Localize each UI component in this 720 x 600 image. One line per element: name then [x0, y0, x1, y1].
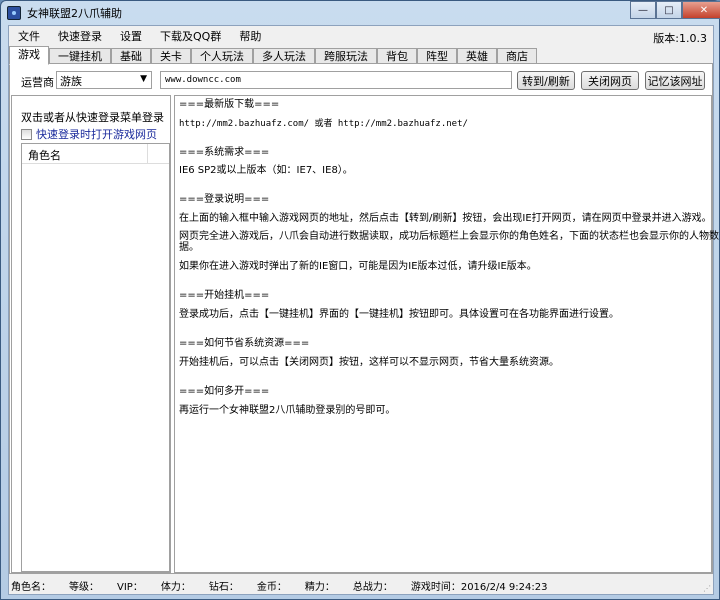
go-refresh-button[interactable]: 转到/刷新 [517, 71, 575, 90]
login-text-2: 网页完全进入游戏后，八爪会自动进行数据读取，成功后标题栏上会显示你的角色姓名，下… [179, 231, 719, 242]
status-diamond: 钻石： [208, 581, 239, 593]
login-text-2-cont: 据。 [179, 242, 199, 253]
heading-start: ===开始挂机=== [179, 290, 270, 301]
window-title: 女神联盟2八爪辅助 [27, 7, 122, 20]
tab-basic[interactable]: 基础 [111, 48, 151, 64]
status-power: 总战力： [352, 581, 393, 593]
tab-bag[interactable]: 背包 [377, 48, 417, 64]
title-bar: 女神联盟2八爪辅助 [7, 4, 122, 22]
menu-settings[interactable]: 设置 [111, 28, 151, 44]
close-page-button[interactable]: 关闭网页 [581, 71, 639, 90]
status-vip: VIP： [117, 581, 143, 593]
menu-quick-login[interactable]: 快速登录 [49, 28, 111, 44]
heading-multi-open: ===如何多开=== [179, 386, 270, 397]
operator-label: 运营商 [21, 76, 54, 89]
tab-game[interactable]: 游戏 [9, 46, 49, 65]
menu-help[interactable]: 帮助 [230, 28, 270, 44]
checkbox-label: 快速登录时打开游戏网页 [36, 128, 157, 141]
multi-open-text: 再运行一个女神联盟2八爪辅助登录别的号即可。 [179, 405, 396, 416]
version-label: 版本:1.0.3 [653, 32, 707, 45]
requirements-text: IE6 SP2或以上版本（如：IE7、IE8）。 [179, 165, 353, 176]
status-energy: 精力： [304, 581, 335, 593]
maximize-button[interactable]: □ [656, 1, 682, 19]
heading-requirements: ===系统需求=== [179, 147, 270, 158]
tab-solo[interactable]: 个人玩法 [191, 48, 253, 64]
tab-multi[interactable]: 多人玩法 [253, 48, 315, 64]
login-hint: 双击或者从快速登录菜单登录 [21, 111, 164, 124]
menu-file[interactable]: 文件 [9, 28, 49, 44]
save-resources-text: 开始挂机后，可以点击【关闭网页】按钮，这样可以不显示网页，节省大量系统资源。 [179, 357, 559, 368]
heading-download: ===最新版下载=== [179, 99, 280, 110]
client-area: 文件 快速登录 设置 下载及QQ群 帮助 版本:1.0.3 游戏 一键挂机 基础… [8, 25, 719, 595]
menu-bar: 文件 快速登录 设置 下载及QQ群 帮助 [9, 26, 270, 46]
chevron-down-icon: ▼ [140, 74, 147, 84]
url-input[interactable]: www.downcc.com [160, 71, 512, 89]
column-header-role-name[interactable]: 角色名 [22, 144, 148, 163]
status-gold: 金币： [256, 581, 287, 593]
status-stamina: 体力： [160, 581, 191, 593]
tab-bar: 游戏 一键挂机 基础 关卡 个人玩法 多人玩法 跨服玩法 背包 阵型 英雄 商店 [9, 46, 537, 65]
minimize-button[interactable]: — [630, 1, 656, 19]
status-level: 等级： [69, 581, 99, 593]
status-role-name: 角色名： [11, 581, 51, 593]
operator-value: 游族 [60, 75, 82, 88]
role-list[interactable]: 角色名 [21, 143, 170, 572]
app-window: 女神联盟2八爪辅助 — □ ✕ 文件 快速登录 设置 下载及QQ群 帮助 版本:… [0, 0, 720, 600]
heading-login: ===登录说明=== [179, 194, 270, 205]
login-text-1: 在上面的输入框中输入游戏网页的地址，然后点击【转到/刷新】按钮，会出现IE打开网… [179, 213, 712, 224]
resize-grip-icon[interactable]: ⋰ [703, 584, 711, 593]
info-text-area[interactable]: ===最新版下载=== http://mm2.bazhuafz.com/ 或者 … [174, 95, 719, 573]
tab-formation[interactable]: 阵型 [417, 48, 457, 64]
remember-url-button[interactable]: 记忆该网址 [645, 71, 705, 90]
tab-stage[interactable]: 关卡 [151, 48, 191, 64]
heading-save-resources: ===如何节省系统资源=== [179, 338, 310, 349]
checkbox-box[interactable] [21, 128, 32, 140]
menu-download-qq[interactable]: 下载及QQ群 [151, 28, 230, 44]
status-game-time: 游戏时间：2016/2/4 9:24:23 [410, 581, 548, 593]
tab-hero[interactable]: 英雄 [457, 48, 497, 64]
tab-shop[interactable]: 商店 [497, 48, 537, 64]
game-tab-panel: 运营商 游族 ▼ www.downcc.com 转到/刷新 关闭网页 记忆该网址 … [9, 63, 719, 574]
login-text-3: 如果你在进入游戏时弹出了新的IE窗口，可能是因为IE版本过低，请升级IE版本。 [179, 261, 537, 272]
tab-cross-server[interactable]: 跨服玩法 [315, 48, 377, 64]
operator-select[interactable]: 游族 ▼ [56, 71, 152, 89]
status-bar: 角色名： 等级： VIP： 体力： 钻石： 金币： 精力： 总战力： 游戏时间：… [9, 575, 713, 595]
tab-one-click[interactable]: 一键挂机 [49, 48, 111, 64]
start-text: 登录成功后，点击【一键挂机】界面的【一键挂机】按钮即可。具体设置可在各功能界面进… [179, 309, 619, 320]
close-button[interactable]: ✕ [682, 1, 720, 19]
download-links: http://mm2.bazhuafz.com/ 或者 http://mm2.b… [179, 119, 468, 129]
app-icon [7, 6, 21, 20]
open-page-checkbox[interactable]: 快速登录时打开游戏网页 [21, 126, 157, 142]
account-panel: 双击或者从快速登录菜单登录 快速登录时打开游戏网页 角色名 [11, 95, 171, 573]
